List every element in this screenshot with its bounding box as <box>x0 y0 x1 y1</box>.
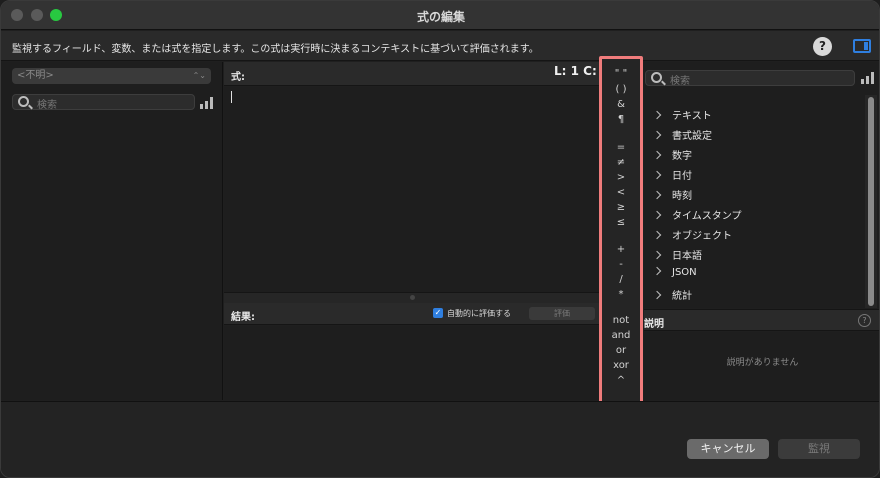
function-category-time[interactable]: 時刻 <box>652 187 692 203</box>
explanation-empty-text: 説明がありません <box>726 358 799 368</box>
function-category-japanese[interactable]: 日本語 <box>652 247 702 263</box>
auto-evaluate-label[interactable]: 自動的に評価する <box>447 308 511 319</box>
explanation-label: 説明 <box>644 319 664 330</box>
operator-power[interactable]: ^ <box>602 375 640 386</box>
chevron-right-icon <box>652 130 662 140</box>
sort-options-icon[interactable] <box>200 97 214 109</box>
formula-header: 式: L: 1 C: 1 <box>224 62 609 86</box>
operator-less[interactable]: < <box>602 187 640 198</box>
functions-scrollbar[interactable] <box>865 95 877 308</box>
functions-search-input[interactable]: 検索 <box>645 70 855 87</box>
operator-or[interactable]: or <box>602 345 640 356</box>
operator-concat[interactable]: & <box>602 99 640 110</box>
updown-chevron-icon: ⌃⌄ <box>192 71 206 80</box>
explanation-header: 説明 ? <box>644 309 879 331</box>
watch-button[interactable]: 監視 <box>778 439 860 459</box>
operator-quotes[interactable]: " " <box>602 68 640 79</box>
evaluate-button[interactable]: 評価 <box>529 307 595 320</box>
function-category-object[interactable]: オブジェクト <box>652 227 732 243</box>
text-caret <box>231 91 232 103</box>
formula-label: 式: <box>231 72 245 83</box>
operator-pilcrow[interactable]: ¶ <box>602 114 640 125</box>
operator-plus[interactable]: + <box>602 244 640 255</box>
cancel-button[interactable]: キャンセル <box>687 439 769 459</box>
help-button[interactable]: ? <box>813 37 832 56</box>
fields-pane: <不明> ⌃⌄ 検索 <box>1 62 223 400</box>
description-bar: 監視するフィールド、変数、または式を指定します。この式は実行時に決まるコンテキス… <box>1 31 879 61</box>
chevron-right-icon <box>652 170 662 180</box>
operator-greater-equal[interactable]: ≥ <box>602 202 640 213</box>
splitter-handle-icon[interactable] <box>410 295 415 300</box>
chevron-right-icon <box>652 110 662 120</box>
function-category-timestamp[interactable]: タイムスタンプ <box>652 207 742 223</box>
operator-minus[interactable]: - <box>602 259 640 270</box>
result-header: 結果: ✓ 自動的に評価する 評価 <box>224 303 601 325</box>
operator-divide[interactable]: / <box>602 274 640 285</box>
window-title: 式の編集 <box>416 10 465 24</box>
edit-formula-window: 式の編集 監視するフィールド、変数、または式を指定します。この式は実行時に決まる… <box>0 0 880 478</box>
explanation-help-icon[interactable]: ? <box>858 314 871 327</box>
chevron-right-icon <box>652 210 662 220</box>
dialog-footer: キャンセル 監視 <box>1 401 879 477</box>
context-select[interactable]: <不明> ⌃⌄ <box>12 68 211 84</box>
chevron-right-icon <box>652 190 662 200</box>
operator-equal[interactable]: = <box>602 142 640 153</box>
functions-search-placeholder: 検索 <box>670 76 690 87</box>
operator-less-equal[interactable]: ≤ <box>602 217 640 228</box>
operators-panel: " " ( ) & ¶ = ≠ > < ≥ ≤ + - / * not and … <box>599 56 643 406</box>
auto-evaluate-checkbox[interactable]: ✓ <box>433 308 443 318</box>
chevron-right-icon <box>652 250 662 260</box>
function-category-number[interactable]: 数字 <box>652 147 692 163</box>
operator-and[interactable]: and <box>602 330 640 341</box>
function-category-text[interactable]: テキスト <box>652 107 712 123</box>
description-text: 監視するフィールド、変数、または式を指定します。この式は実行時に決まるコンテキス… <box>12 44 539 55</box>
function-category-formatting[interactable]: 書式設定 <box>652 127 712 143</box>
fields-search-input[interactable]: 検索 <box>12 94 195 111</box>
chevron-right-icon <box>652 266 662 276</box>
function-category-statistics[interactable]: 統計 <box>652 287 692 303</box>
explanation-body: 説明がありません <box>644 332 879 400</box>
operator-multiply[interactable]: * <box>602 289 640 300</box>
sort-options-icon[interactable] <box>861 72 875 84</box>
functions-pane: 検索 テキスト 書式設定 数字 日付 時刻 タイムスタンプ オブジェクト 日本語… <box>644 62 879 308</box>
search-icon <box>18 96 29 107</box>
formula-editor[interactable] <box>224 87 601 292</box>
function-category-json[interactable]: JSON <box>652 266 697 283</box>
function-category-date[interactable]: 日付 <box>652 167 692 183</box>
operator-not[interactable]: not <box>602 315 640 326</box>
sidebar-toggle-icon[interactable] <box>853 39 871 53</box>
chevron-right-icon <box>652 290 662 300</box>
context-select-value: <不明> <box>17 70 54 81</box>
pane-splitter[interactable] <box>224 292 601 303</box>
operator-greater[interactable]: > <box>602 172 640 183</box>
operator-parentheses[interactable]: ( ) <box>602 84 640 95</box>
operator-xor[interactable]: xor <box>602 360 640 371</box>
scrollbar-thumb[interactable] <box>868 97 874 306</box>
chevron-right-icon <box>652 150 662 160</box>
fields-search-placeholder: 検索 <box>37 100 57 111</box>
result-label: 結果: <box>231 312 255 323</box>
search-icon <box>651 72 662 83</box>
result-output <box>224 326 601 400</box>
chevron-right-icon <box>652 230 662 240</box>
operator-not-equal[interactable]: ≠ <box>602 157 640 168</box>
title-bar: 式の編集 <box>1 1 879 30</box>
